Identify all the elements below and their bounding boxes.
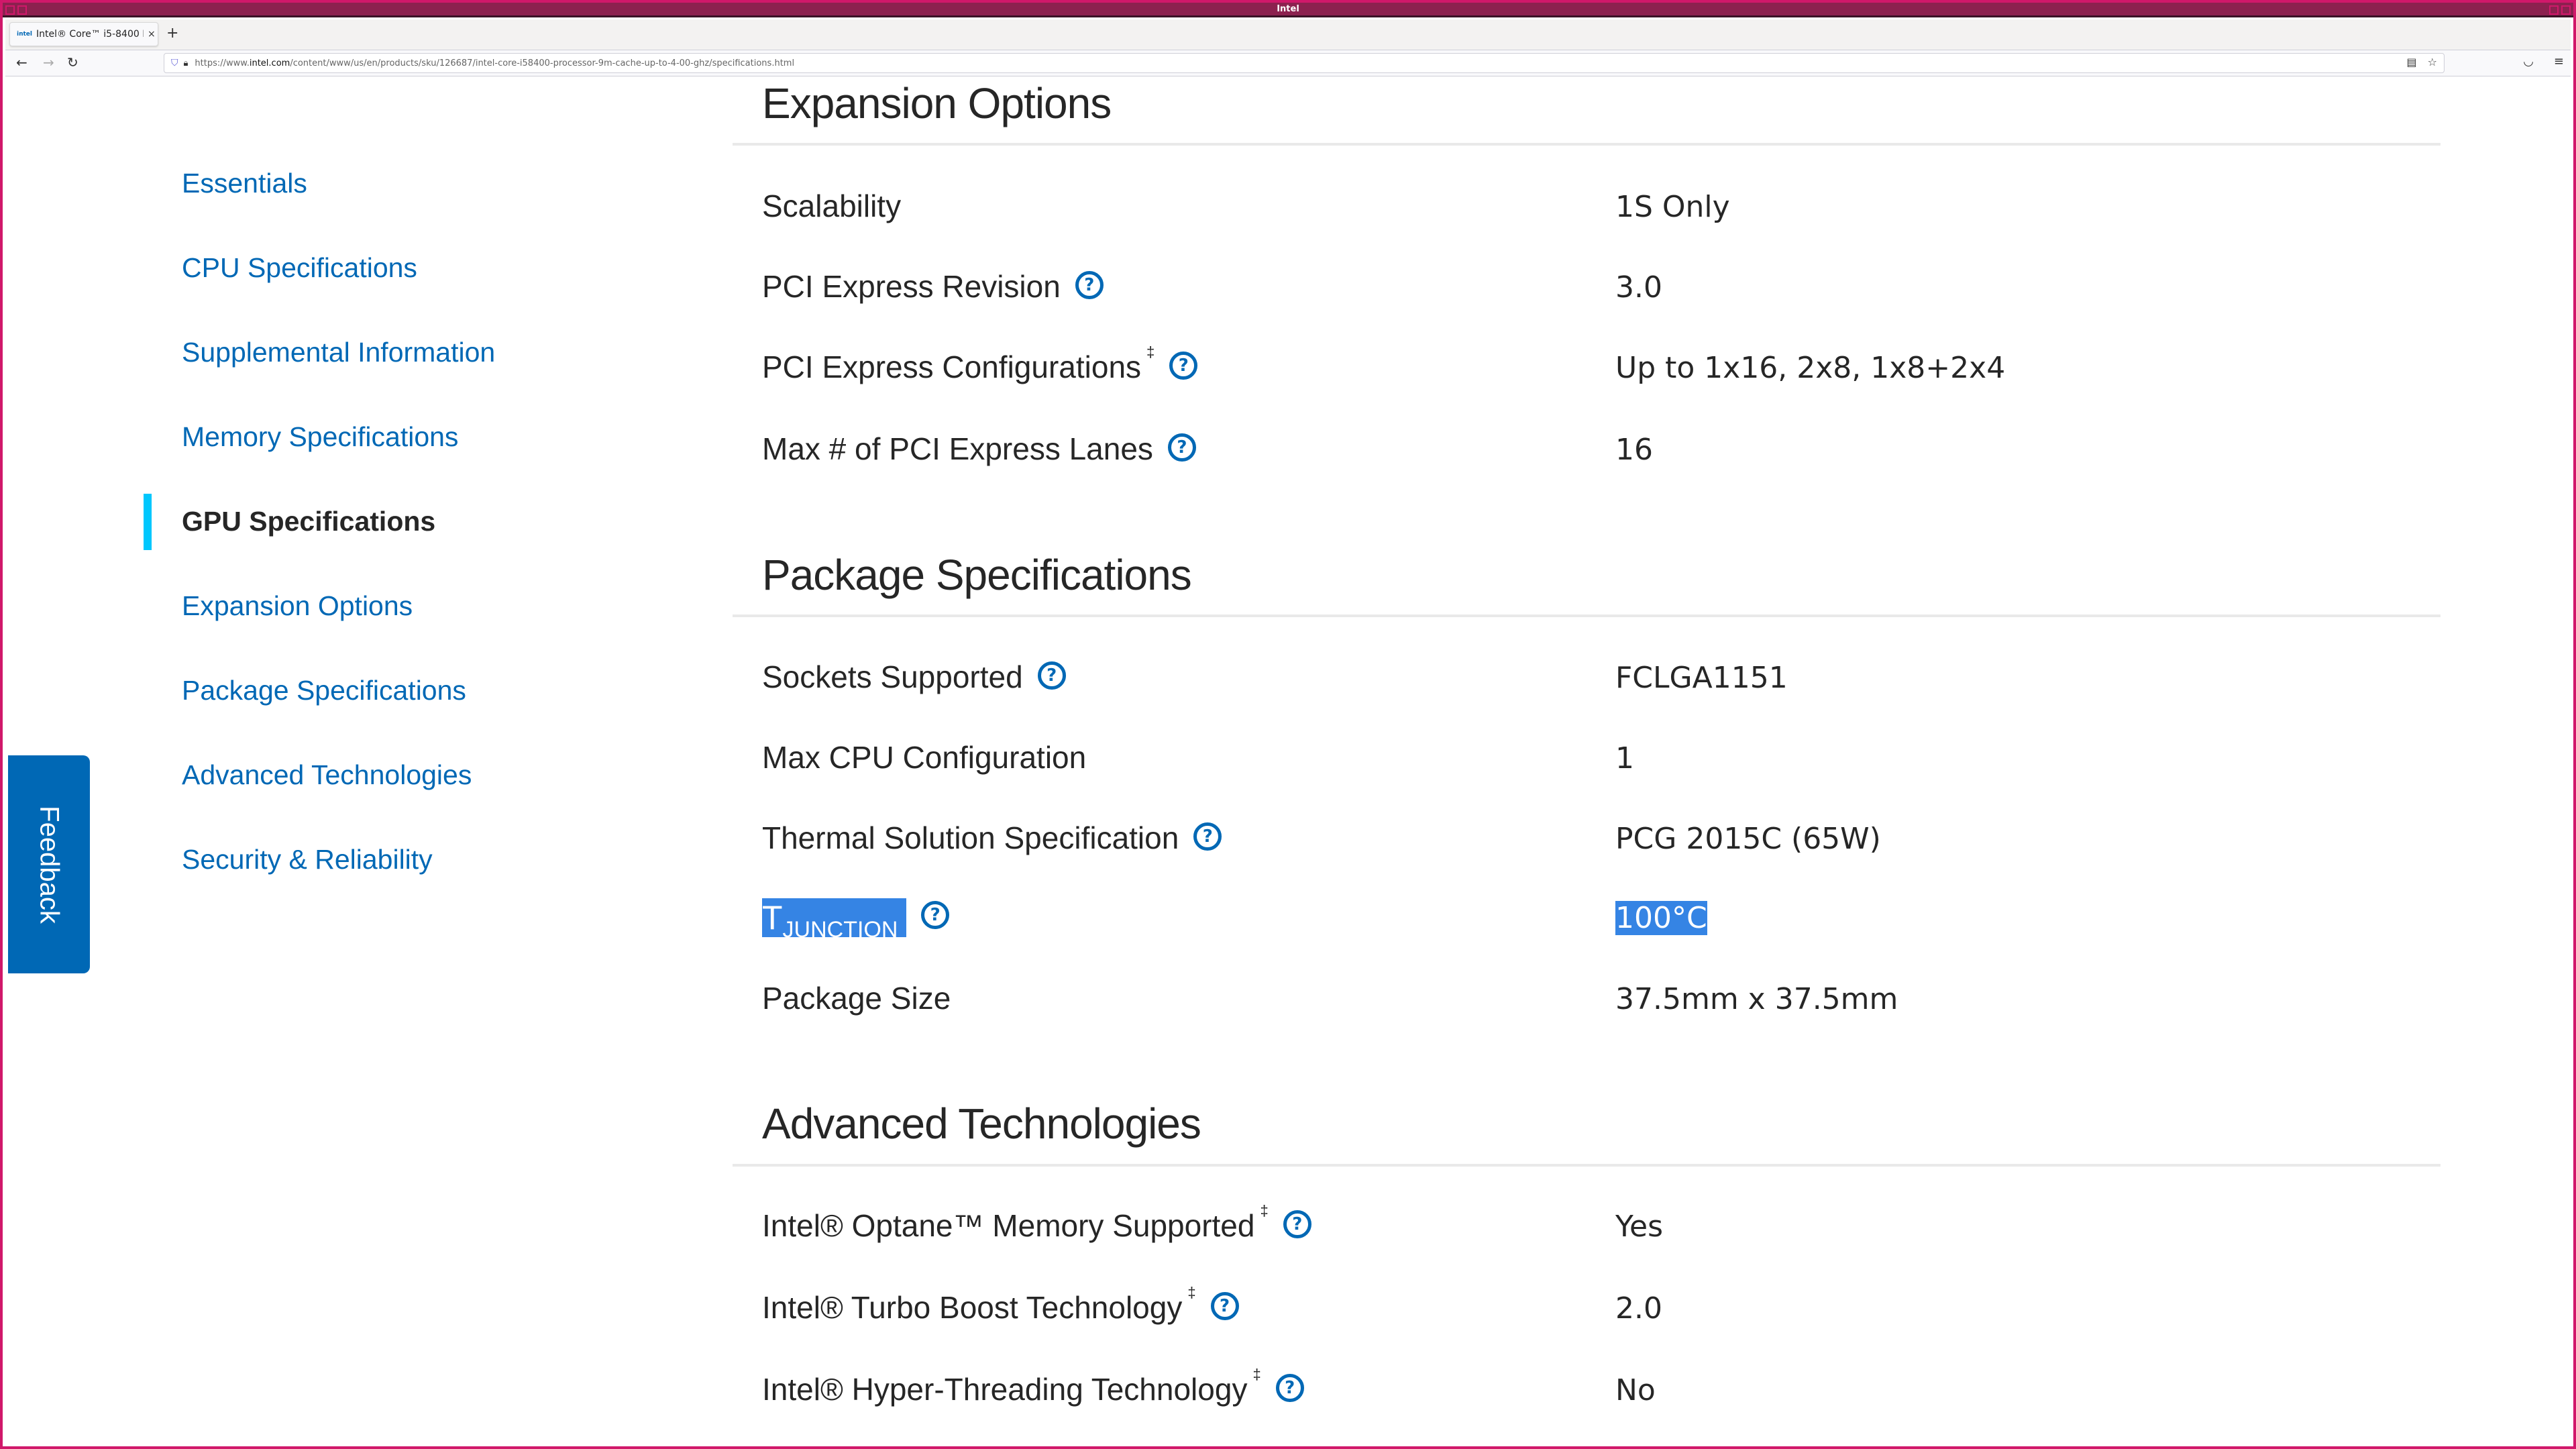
spec-value-sockets-supported: FCLGA1151 bbox=[1615, 661, 1788, 695]
tjunction-subscript: JUNCTION bbox=[782, 917, 898, 943]
spec-value-package-size: 37.5mm x 37.5mm bbox=[1615, 982, 1898, 1016]
window-titlebar: Intel bbox=[3, 3, 2573, 17]
window-maximize-button[interactable] bbox=[2561, 5, 2571, 15]
url-host: intel.com bbox=[249, 58, 290, 68]
spec-label-pcie-revision: PCI Express Revision? bbox=[762, 268, 1104, 305]
spec-value-pcie-configurations: Up to 1x16, 2x8, 1x8+2x4 bbox=[1615, 351, 2006, 385]
spec-value-scalability: 1S Only bbox=[1615, 190, 1730, 224]
browser-tab-active[interactable]: intel Intel® Core™ i5-8400 Pro × bbox=[9, 22, 158, 46]
selected-text-tjunction: TJUNCTION bbox=[762, 898, 907, 943]
help-tooltip-icon[interactable]: ? bbox=[1075, 271, 1104, 299]
sidebar-item-supplemental-information[interactable]: Supplemental Information bbox=[182, 337, 495, 368]
toolbar-right-actions: ◡ ≡ bbox=[2523, 54, 2564, 68]
back-arrow-icon[interactable]: ← bbox=[16, 54, 28, 70]
help-tooltip-icon[interactable]: ? bbox=[1283, 1210, 1311, 1238]
close-tab-icon[interactable]: × bbox=[148, 29, 156, 40]
section-heading-advanced-technologies: Advanced Technologies bbox=[762, 1099, 1201, 1148]
sidebar-item-gpu-specifications[interactable]: GPU Specifications bbox=[182, 506, 435, 537]
lock-icon[interactable]: 🔒︎ bbox=[184, 58, 189, 68]
spec-value-thermal-solution: PCG 2015C (65W) bbox=[1615, 822, 1881, 856]
footnote-dagger: ‡ bbox=[1187, 1284, 1196, 1301]
bookmark-star-icon[interactable]: ☆ bbox=[2428, 56, 2437, 68]
navigation-toolbar: ← → ↻ ⛉ 🔒︎ https://www. intel.com/content… bbox=[5, 50, 2571, 76]
spec-label-text: Intel® Hyper-Threading Technology bbox=[762, 1372, 1248, 1407]
spec-label-text: Intel® Turbo Boost Technology bbox=[762, 1290, 1183, 1325]
spec-label-text: PCI Express Revision bbox=[762, 269, 1061, 304]
hamburger-menu-icon[interactable]: ≡ bbox=[2554, 54, 2564, 68]
spec-label-text: Thermal Solution Specification bbox=[762, 820, 1179, 855]
footnote-dagger: ‡ bbox=[1146, 343, 1155, 360]
new-tab-button[interactable]: + bbox=[166, 25, 178, 42]
spec-label-optane-memory: Intel® Optane™ Memory Supported ‡? bbox=[762, 1202, 1311, 1244]
spec-value-max-cpu-configuration: 1 bbox=[1615, 741, 1634, 775]
help-tooltip-icon[interactable]: ? bbox=[1167, 433, 1196, 462]
spec-label-thermal-solution: Thermal Solution Specification? bbox=[762, 820, 1222, 856]
sidebar-item-cpu-specifications[interactable]: CPU Specifications bbox=[182, 252, 417, 284]
spec-value-turbo-boost: 2.0 bbox=[1615, 1291, 1662, 1326]
spec-label-max-pcie-lanes: Max # of PCI Express Lanes? bbox=[762, 431, 1196, 467]
footnote-dagger: ‡ bbox=[1260, 1202, 1269, 1219]
sidebar-item-essentials[interactable]: Essentials bbox=[182, 168, 307, 199]
section-divider bbox=[733, 614, 2440, 617]
section-divider bbox=[733, 1164, 2440, 1167]
spec-label-text: Sockets Supported bbox=[762, 659, 1023, 694]
feedback-tab-button[interactable]: Feedback bbox=[8, 755, 90, 973]
window-iconify-button[interactable] bbox=[2549, 5, 2559, 15]
url-path: /content/www/us/en/products/sku/126687/i… bbox=[290, 58, 795, 68]
help-tooltip-icon[interactable]: ? bbox=[1210, 1292, 1239, 1320]
spec-value-tjunction: 100°C bbox=[1615, 901, 1707, 935]
pocket-icon[interactable]: ◡ bbox=[2523, 54, 2534, 68]
spec-label-tjunction: TJUNCTION ? bbox=[762, 898, 950, 943]
sidebar-item-expansion-options[interactable]: Expansion Options bbox=[182, 590, 413, 622]
spec-value-max-pcie-lanes: 16 bbox=[1615, 433, 1653, 467]
active-nav-indicator bbox=[144, 494, 152, 550]
sidebar-item-security-reliability[interactable]: Security & Reliability bbox=[182, 844, 433, 875]
tab-title: Intel® Core™ i5-8400 Pro bbox=[36, 29, 144, 40]
spec-label-text: Intel® Optane™ Memory Supported bbox=[762, 1208, 1255, 1243]
tjunction-main: T bbox=[762, 899, 783, 936]
help-tooltip-icon[interactable]: ? bbox=[1275, 1374, 1304, 1402]
spec-label-text: Max # of PCI Express Lanes bbox=[762, 431, 1153, 466]
spec-label-pcie-configurations: PCI Express Configurations ‡? bbox=[762, 343, 1198, 385]
sidebar-item-package-specifications[interactable]: Package Specifications bbox=[182, 675, 466, 706]
intel-favicon-icon: intel bbox=[17, 31, 32, 38]
spec-label-sockets-supported: Sockets Supported? bbox=[762, 659, 1066, 695]
spec-label-turbo-boost: Intel® Turbo Boost Technology ‡? bbox=[762, 1284, 1239, 1326]
spec-label-hyper-threading: Intel® Hyper-Threading Technology ‡? bbox=[762, 1366, 1304, 1407]
sidebar-item-advanced-technologies[interactable]: Advanced Technologies bbox=[182, 759, 472, 791]
url-prefix: https://www. bbox=[195, 58, 250, 68]
spec-label-text: PCI Express Configurations bbox=[762, 350, 1142, 384]
reload-icon[interactable]: ↻ bbox=[67, 54, 78, 70]
help-tooltip-icon[interactable]: ? bbox=[1193, 822, 1222, 851]
spec-label-scalability: Scalability bbox=[762, 188, 901, 224]
url-bar-actions: ▤ ☆ bbox=[2407, 56, 2437, 68]
section-heading-package-specifications: Package Specifications bbox=[762, 551, 1192, 599]
help-tooltip-icon[interactable]: ? bbox=[921, 901, 950, 929]
window-controls bbox=[2549, 5, 2571, 15]
spec-value-optane-memory: Yes bbox=[1615, 1210, 1664, 1244]
sidebar-item-memory-specifications[interactable]: Memory Specifications bbox=[182, 421, 458, 453]
window-title: Intel bbox=[1277, 4, 1299, 14]
footnote-dagger: ‡ bbox=[1252, 1366, 1261, 1383]
tracking-protection-shield-icon[interactable]: ⛉ bbox=[171, 58, 178, 68]
forward-arrow-icon[interactable]: → bbox=[43, 54, 54, 70]
reader-view-icon[interactable]: ▤ bbox=[2407, 56, 2417, 68]
web-page: Essentials CPU Specifications Supplement… bbox=[5, 77, 2571, 1444]
section-heading-expansion-options: Expansion Options bbox=[762, 79, 1112, 127]
help-tooltip-icon[interactable]: ? bbox=[1037, 661, 1066, 690]
spec-value-pcie-revision: 3.0 bbox=[1615, 270, 1662, 305]
tab-strip: intel Intel® Core™ i5-8400 Pro × + bbox=[5, 19, 2571, 50]
spec-label-max-cpu-configuration: Max CPU Configuration bbox=[762, 739, 1086, 775]
spec-value-hyper-threading: No bbox=[1615, 1373, 1656, 1407]
url-bar[interactable]: ⛉ 🔒︎ https://www. intel.com/content/www/u… bbox=[164, 53, 2445, 73]
browser-window: Intel intel Intel® Core™ i5-8400 Pro × +… bbox=[0, 0, 2576, 1449]
spec-label-text: Max CPU Configuration bbox=[762, 740, 1087, 775]
spec-label-text: Scalability bbox=[762, 189, 902, 223]
section-divider bbox=[733, 143, 2440, 146]
spec-label-text: Package Size bbox=[762, 981, 951, 1016]
feedback-label: Feedback bbox=[34, 805, 64, 924]
help-tooltip-icon[interactable]: ? bbox=[1169, 352, 1198, 380]
spec-label-package-size: Package Size bbox=[762, 980, 951, 1016]
